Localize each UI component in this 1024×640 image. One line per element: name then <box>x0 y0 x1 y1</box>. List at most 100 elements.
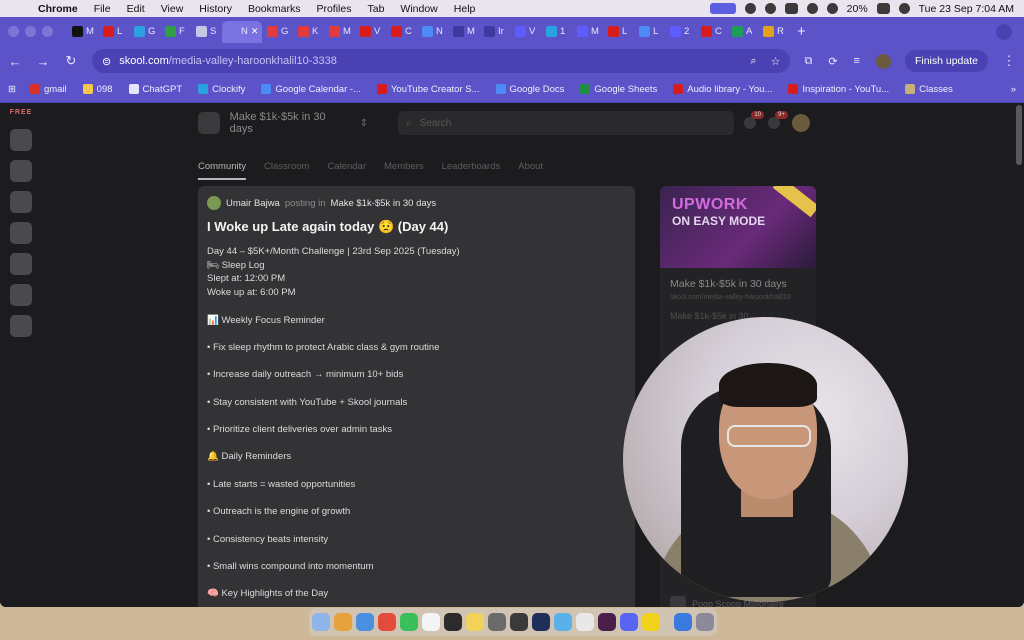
browser-tab[interactable]: G <box>129 21 160 43</box>
bookmark-item[interactable]: Google Docs <box>495 84 564 95</box>
bookmark-star-icon[interactable]: ☆ <box>771 55 781 68</box>
bookmark-item[interactable]: YouTube Creator S... <box>376 83 480 95</box>
menu-help[interactable]: Help <box>446 3 484 15</box>
tab-favicon-icon <box>298 26 309 37</box>
bookmark-item[interactable]: 098 <box>82 84 113 95</box>
menu-edit[interactable]: Edit <box>119 3 153 15</box>
bookmark-item[interactable]: ChatGPT <box>128 84 182 95</box>
status-icon[interactable] <box>806 3 818 14</box>
dock-app-icon[interactable] <box>642 613 660 631</box>
bookmark-item[interactable]: Clockify <box>198 84 245 95</box>
browser-tab[interactable]: L <box>98 21 129 43</box>
dock-app-icon[interactable] <box>356 613 374 631</box>
chrome-menu-kebab-icon[interactable]: ⋮ <box>1002 53 1016 69</box>
reading-list-icon[interactable]: ≡ <box>854 55 860 67</box>
dock-app-icon[interactable] <box>422 613 440 631</box>
tab-search-chevron-icon[interactable] <box>996 23 1012 40</box>
menu-file[interactable]: File <box>86 3 119 15</box>
dock-app-icon[interactable] <box>400 613 418 631</box>
new-tab-plus-icon[interactable]: + <box>797 23 806 40</box>
screen-record-icon[interactable] <box>709 3 736 14</box>
bookmark-label: Google Sheets <box>594 83 658 95</box>
bookmark-item[interactable]: Classes <box>905 84 953 95</box>
extensions-puzzle-icon[interactable]: ⧉ <box>804 55 812 68</box>
bookmark-item[interactable]: Google Sheets <box>580 84 657 95</box>
close-tab-icon[interactable]: ✕ <box>251 26 259 37</box>
dock-app-icon[interactable] <box>466 613 484 631</box>
menu-view[interactable]: View <box>153 3 192 15</box>
menu-bookmarks[interactable]: Bookmarks <box>240 3 309 15</box>
browser-tab[interactable]: M <box>572 21 603 43</box>
bookmark-item[interactable]: Google Calendar -... <box>261 84 361 95</box>
browser-tab[interactable]: N <box>417 21 448 43</box>
reload-icon[interactable]: ↻ <box>64 53 78 69</box>
browser-tab[interactable]: G <box>262 21 293 43</box>
browser-tab[interactable]: M <box>67 21 98 43</box>
browser-tab[interactable]: S <box>191 21 222 43</box>
browser-tab[interactable]: F <box>160 21 191 43</box>
minimize-window-button[interactable] <box>25 26 36 37</box>
menu-app-name[interactable]: Chrome <box>30 3 86 15</box>
address-bar[interactable]: ⊜ skool.com/media-valley-haroonkhalil10-… <box>92 49 791 73</box>
status-icon[interactable] <box>744 3 756 14</box>
menu-window[interactable]: Window <box>392 3 445 15</box>
browser-tab[interactable]: V <box>510 21 541 43</box>
browser-tab[interactable]: M <box>324 21 355 43</box>
dock-app-icon[interactable] <box>510 613 528 631</box>
menu-history[interactable]: History <box>191 3 240 15</box>
zoom-window-button[interactable] <box>42 26 53 37</box>
menubar-clock[interactable]: Tue 23 Sep 7:04 AM <box>919 3 1014 15</box>
dock-app-icon[interactable] <box>488 613 506 631</box>
browser-tab[interactable]: R <box>758 21 789 43</box>
battery-percent[interactable]: 20% <box>847 3 868 15</box>
bookmark-item[interactable]: gmail <box>29 84 67 95</box>
wifi-icon[interactable] <box>898 3 910 14</box>
bookmark-favicon-icon <box>673 84 684 94</box>
bookmarks-overflow-chevron-icon[interactable]: » <box>1011 84 1016 95</box>
tab-title: Ir <box>498 26 504 37</box>
zoom-search-icon[interactable]: ⌕ <box>750 55 756 68</box>
forward-arrow-icon[interactable]: → <box>36 54 50 69</box>
page-scrollbar[interactable] <box>1016 105 1022 165</box>
browser-tab[interactable]: K <box>293 21 324 43</box>
dock-app-icon[interactable] <box>554 613 572 631</box>
status-icon[interactable] <box>764 3 776 14</box>
tab-favicon-icon <box>453 26 464 37</box>
browser-tab[interactable]: C <box>696 21 727 43</box>
back-arrow-icon[interactable]: ← <box>8 54 22 69</box>
bluetooth-icon[interactable] <box>826 3 838 14</box>
dock-app-icon[interactable] <box>696 613 714 631</box>
browser-tab[interactable]: V <box>355 21 386 43</box>
battery-icon[interactable] <box>876 3 890 14</box>
dock-app-icon[interactable] <box>378 613 396 631</box>
dock-app-icon[interactable] <box>674 613 692 631</box>
site-info-icon[interactable]: ⊜ <box>102 55 111 68</box>
dock-app-icon[interactable] <box>576 613 594 631</box>
menu-tab[interactable]: Tab <box>359 3 392 15</box>
browser-tab[interactable]: C <box>386 21 417 43</box>
dock-app-icon[interactable] <box>532 613 550 631</box>
bookmark-item[interactable]: Inspiration - YouTu... <box>788 84 889 95</box>
apps-grid-icon[interactable]: ⊞ <box>8 84 16 95</box>
dock-app-icon[interactable] <box>334 613 352 631</box>
menu-profiles[interactable]: Profiles <box>308 3 359 15</box>
close-window-button[interactable] <box>8 26 19 37</box>
dock-app-icon[interactable] <box>598 613 616 631</box>
browser-tab[interactable]: M <box>448 21 479 43</box>
browser-tab[interactable]: L <box>603 21 634 43</box>
dock-app-icon[interactable] <box>312 613 330 631</box>
bookmark-label: YouTube Creator S... <box>390 83 480 95</box>
browser-tab[interactable]: N ✕ <box>222 20 262 43</box>
browser-tab[interactable]: A <box>727 21 758 43</box>
browser-tab[interactable]: L <box>634 21 665 43</box>
bookmark-item[interactable]: Audio library - You... <box>673 84 772 95</box>
profile-avatar[interactable] <box>875 53 891 69</box>
chrome-labs-icon[interactable]: ⟳ <box>828 55 837 68</box>
dock-app-icon[interactable] <box>620 613 638 631</box>
status-icon[interactable] <box>784 3 798 14</box>
browser-tab[interactable]: Ir <box>479 21 510 43</box>
dock-app-icon[interactable] <box>444 613 462 631</box>
finish-update-button[interactable]: Finish update <box>904 50 988 72</box>
browser-tab[interactable]: 1 <box>541 21 572 43</box>
browser-tab[interactable]: 2 <box>665 21 696 43</box>
